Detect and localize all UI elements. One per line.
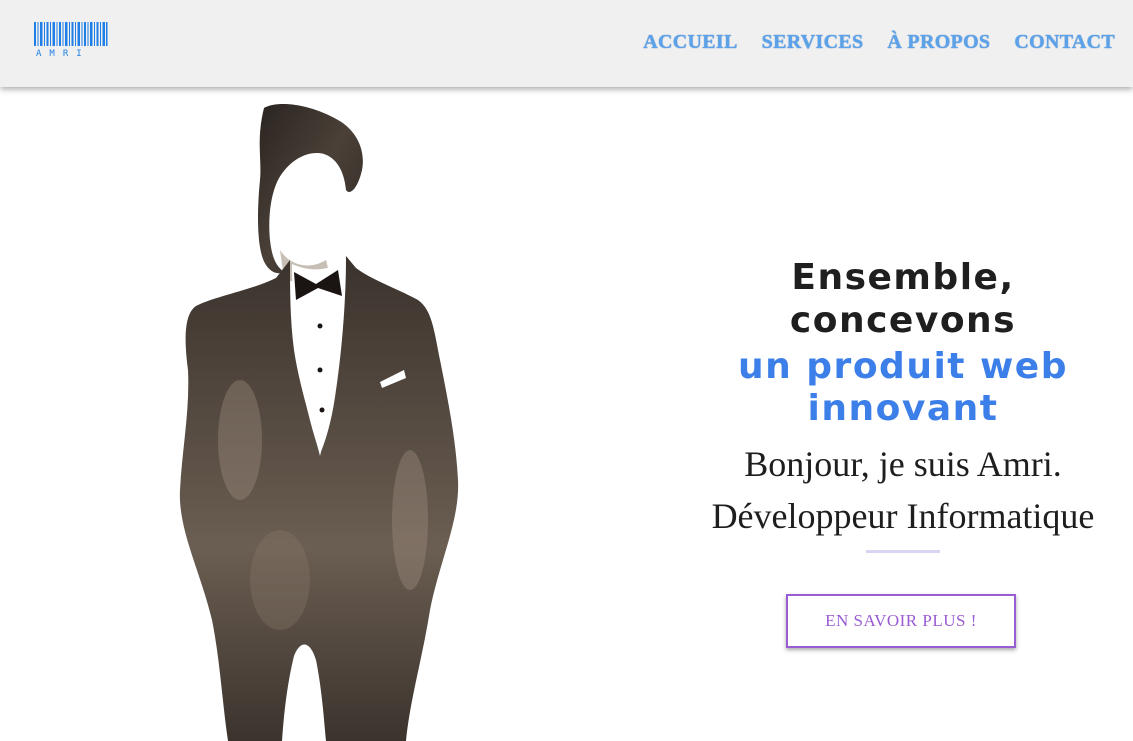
navbar: AMRI ACCUEIL SERVICES À PROPOS CONTACT xyxy=(0,0,1133,87)
intro-line-2: Développeur Informatique xyxy=(711,496,1095,536)
learn-more-button[interactable]: EN SAVOIR PLUS ! xyxy=(786,594,1016,648)
nav-link-accueil[interactable]: ACCUEIL xyxy=(643,31,737,54)
hero-headline: Ensemble, concevons xyxy=(688,256,1118,342)
accent-line-1: un produit web xyxy=(738,346,1068,387)
intro-line-1: Bonjour, je suis Amri. xyxy=(744,444,1062,484)
nav-link-a-propos[interactable]: À PROPOS xyxy=(887,31,990,54)
nav-link-services[interactable]: SERVICES xyxy=(762,31,864,54)
hero-accent-headline: un produit web innovant xyxy=(688,346,1118,430)
hero-intro: Bonjour, je suis Amri. Développeur Infor… xyxy=(688,438,1118,542)
brand-name: AMRI xyxy=(36,49,90,59)
accent-line-2: innovant xyxy=(807,388,999,429)
headline-line-1: Ensemble, xyxy=(791,257,1015,298)
hero-illustration xyxy=(179,104,459,741)
nav-link-contact[interactable]: CONTACT xyxy=(1014,31,1115,54)
main-nav: ACCUEIL SERVICES À PROPOS CONTACT xyxy=(643,31,1115,54)
barcode-icon xyxy=(34,22,108,46)
headline-line-2: concevons xyxy=(789,300,1017,341)
hair-shape xyxy=(258,104,363,274)
hero-text-block: Ensemble, concevons un produit web innov… xyxy=(688,256,1118,553)
hero-divider xyxy=(866,550,940,553)
brand-logo[interactable]: AMRI xyxy=(34,22,108,62)
